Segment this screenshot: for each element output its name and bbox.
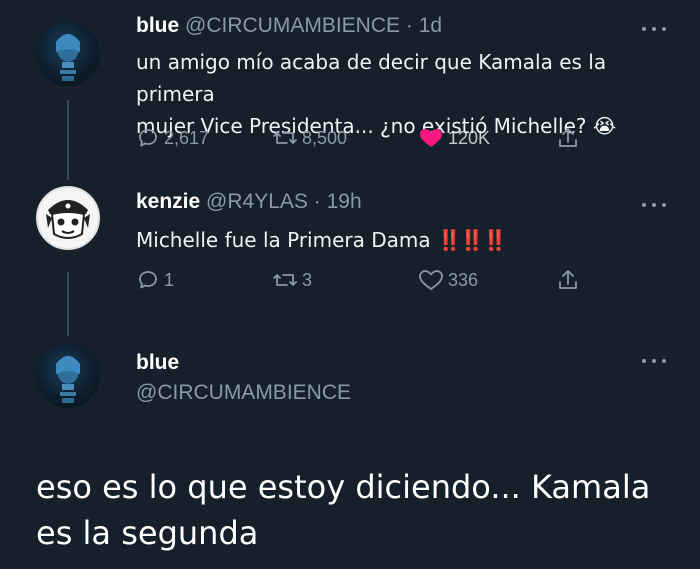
tweet-3[interactable]: blue @CIRCUMAMBIENCE [0,336,700,456]
user-handle[interactable]: @R4YLAS [206,190,308,213]
action-bar: 1 3 336 [136,266,596,294]
more-icon[interactable] [642,202,666,208]
reply-button[interactable]: 1 [136,266,174,294]
share-icon [559,128,577,147]
reply-count: 1 [164,269,175,290]
tweet-header: blue @CIRCUMAMBIENCE · 1d [136,14,442,38]
exclamation-emoji: ‼️‼️‼️ [436,228,508,252]
avatar-image [56,34,80,81]
timestamp[interactable]: 19h [327,190,362,213]
retweet-icon [273,274,297,286]
like-icon [420,129,442,147]
like-count: 336 [448,269,479,290]
display-name[interactable]: kenzie [136,190,200,213]
user-handle[interactable]: @CIRCUMAMBIENCE [136,378,351,408]
retweet-button[interactable]: 8,500 [272,124,347,152]
action-bar: 2,617 8,500 120K [136,124,596,152]
retweet-count: 8,500 [302,127,348,148]
avatar-image [46,200,90,239]
retweet-count: 3 [302,269,313,290]
tweet-text-line-1: un amigo mío acaba de decir que Kamala e… [136,50,607,106]
tweet-2[interactable]: kenzie @R4YLAS · 19h Michelle fue la Pri… [0,180,700,330]
like-icon [419,270,443,291]
more-icon[interactable] [642,358,666,364]
tweet-header: blue @CIRCUMAMBIENCE [136,348,351,408]
avatar-image [56,356,80,403]
share-button[interactable] [556,124,580,152]
display-name[interactable]: blue [136,348,351,378]
user-handle[interactable]: @CIRCUMAMBIENCE [185,14,400,37]
reply-text: eso es lo que estoy diciendo... Kamala e… [36,468,651,552]
timestamp[interactable]: 1d [419,14,442,37]
separator: · [313,190,321,213]
tweet-header: kenzie @R4YLAS · 19h [136,190,362,214]
reply-icon [139,129,157,147]
retweet-button[interactable]: 3 [272,266,312,294]
reply-count: 2,617 [164,127,210,148]
more-icon[interactable] [642,26,666,32]
share-icon [559,270,577,289]
avatar-blue[interactable] [36,344,100,408]
like-button[interactable]: 336 [418,266,478,294]
like-button[interactable]: 120K [418,124,490,152]
retweet-icon [273,132,297,144]
avatar-blue[interactable] [36,22,100,86]
like-count: 120K [448,127,491,148]
tweet-1[interactable]: blue @CIRCUMAMBIENCE · 1d un amigo mío a… [0,0,700,170]
display-name[interactable]: blue [136,14,179,37]
crying-emoji: 😭 [592,114,617,138]
separator: · [405,14,413,37]
tweet-text: Michelle fue la Primera Dama ‼️‼️‼️ [136,224,676,256]
reply-button[interactable]: 2,617 [136,124,209,152]
avatar-kenzie[interactable] [36,186,100,250]
tweet-text-content: Michelle fue la Primera Dama [136,228,431,252]
share-button[interactable] [556,266,580,294]
reply-icon [139,271,157,289]
